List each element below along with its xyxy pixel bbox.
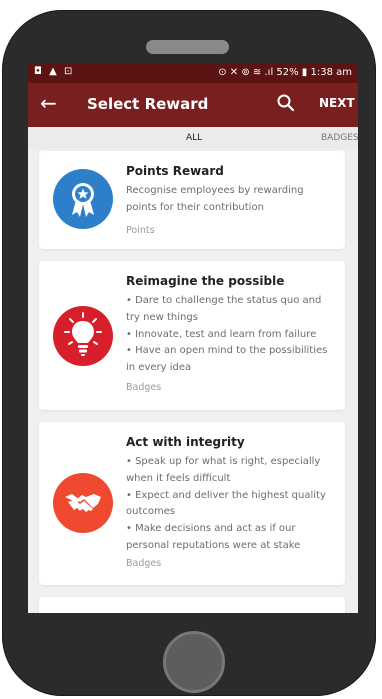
reward-card-next[interactable] [39,597,345,613]
description-line: in every idea [126,362,192,374]
phone-speaker [146,40,229,54]
description-line: try new things [126,311,198,323]
status-system-info: ⊙ ✕ ⊚ ≋ .ıl 52% ▮ 1:38 am [218,67,352,78]
search-icon[interactable] [276,93,296,113]
description-line: outcomes [126,506,176,518]
back-arrow-icon[interactable]: ← [40,92,57,114]
reward-description: • Dare to challenge the status quo and t… [126,293,338,377]
home-button[interactable] [163,631,225,693]
award-ribbon-icon [53,169,113,229]
app-bar: ← Select Reward NEXT [28,83,358,127]
tab-bar: ALL BADGES [28,127,358,149]
reward-description: Recognise employees by rewarding points … [126,183,338,217]
reward-card-points[interactable]: Points Reward Recognise employees by rew… [39,151,345,249]
description-line: personal reputations were at stake [126,539,301,551]
description-line: when it feels difficult [126,472,231,484]
status-bar: ◘ ▲ ⊡ ⊙ ✕ ⊚ ≋ .ıl 52% ▮ 1:38 am [28,63,358,83]
reward-title: Act with integrity [126,435,245,449]
description-line: • Innovate, test and learn from failure [126,328,317,340]
reward-title: Reimagine the possible [126,274,285,288]
description-line: points for their contribution [126,201,264,213]
status-notification-icons: ◘ ▲ ⊡ [34,66,75,77]
next-button[interactable]: NEXT [319,96,355,110]
reward-card-integrity[interactable]: Act with integrity • Speak up for what i… [39,422,345,585]
reward-category: Badges [126,382,162,393]
description-line: • Make decisions and act as if our [126,523,296,535]
lightbulb-icon [53,306,113,366]
page-title: Select Reward [87,95,209,113]
reward-card-reimagine[interactable]: Reimagine the possible • Dare to challen… [39,261,345,410]
handshake-icon [53,473,113,533]
app-screen: ◘ ▲ ⊡ ⊙ ✕ ⊚ ≋ .ıl 52% ▮ 1:38 am ← Select… [28,63,358,613]
description-line: • Speak up for what is right, especially [126,456,321,467]
reward-category: Badges [126,558,162,569]
description-line: • Have an open mind to the possibilities [126,345,328,357]
description-line: • Dare to challenge the status quo and [126,295,322,306]
reward-category: Points [126,225,155,236]
tab-all[interactable]: ALL [186,133,202,143]
reward-title: Points Reward [126,164,224,178]
description-line: Recognise employees by rewarding [126,185,304,196]
reward-description: • Speak up for what is right, especially… [126,454,338,555]
description-line: • Expect and deliver the highest quality [126,489,326,501]
tab-badges[interactable]: BADGES [321,133,358,143]
